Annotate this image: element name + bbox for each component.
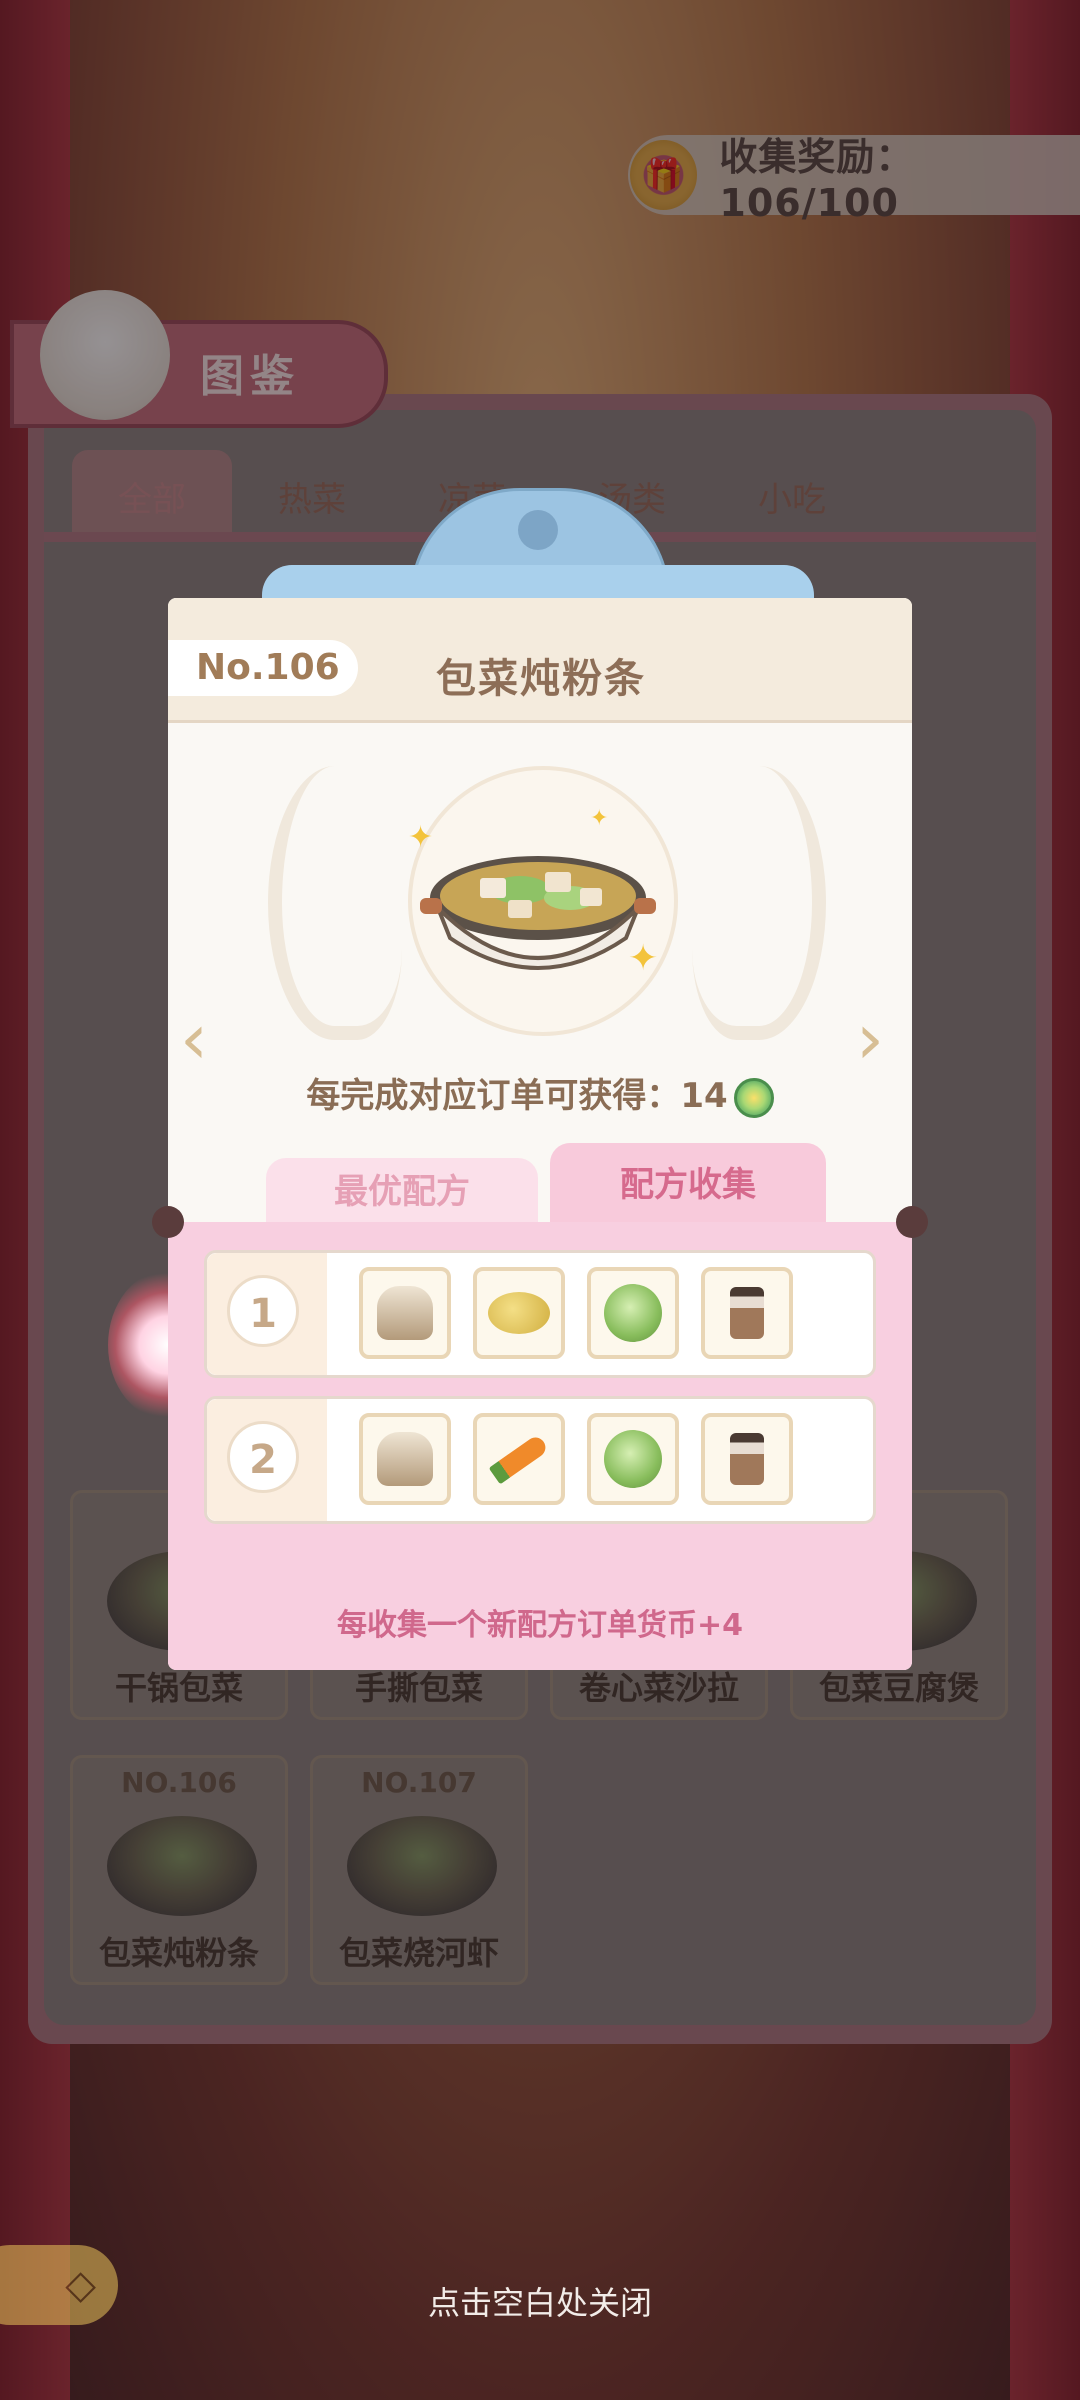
laurel-left-icon [268,766,402,1040]
seasoning-jar-icon [730,1287,764,1339]
ingredient-slot[interactable] [359,1413,451,1505]
ingredient-slot[interactable] [587,1413,679,1505]
new-recipe-bonus-text: 每收集一个新配方订单货币+4 [336,1608,743,1643]
flour-icon [377,1286,433,1340]
flour-icon [377,1432,433,1486]
seasoning-jar-icon [730,1433,764,1485]
cabbage-icon [604,1284,662,1342]
cabbage-icon [604,1430,662,1488]
recipe-index: 1 [227,1275,299,1347]
ingredient-slot[interactable] [473,1413,565,1505]
ingredient-slot[interactable] [359,1267,451,1359]
order-reward-text: 每完成对应订单可获得：14 [306,1076,728,1116]
ticket-notch-right [896,1206,928,1238]
sparkle-icon: ✦ [590,806,609,831]
sparkle-icon: ✦ [408,820,434,855]
recipe-detail-modal: No.106 包菜炖粉条 ✦ ✦ ✦ ‹ › 每完成对应订单可获得：14 最优配… [168,598,912,1670]
clipboard-clip-hole [518,510,558,550]
stew-pot-image [420,856,656,970]
recipe-row[interactable]: 2 [204,1396,876,1524]
close-hint[interactable]: 点击空白处关闭 [0,2278,1080,2324]
ingredient-slot[interactable] [701,1267,793,1359]
sparkle-icon: ✦ [628,938,659,979]
tab-recipe-collection[interactable]: 配方收集 [550,1143,826,1227]
laurel-right-icon [692,766,826,1040]
coin-icon [733,1077,774,1118]
dish-number-badge: No.106 [168,640,358,696]
recipe-index: 2 [227,1421,299,1493]
carrot-icon [488,1433,550,1485]
order-reward-line: 每完成对应订单可获得：14 [168,1068,912,1118]
ingredient-slot[interactable] [587,1267,679,1359]
tab-best-recipe[interactable]: 最优配方 [266,1158,538,1226]
potato-icon [488,1292,550,1334]
ticket-notch-left [152,1206,184,1238]
recipe-row[interactable]: 1 [204,1250,876,1378]
dish-title: 包菜炖粉条 [436,656,646,702]
modal-header: No.106 包菜炖粉条 [168,598,912,723]
ingredient-slot[interactable] [473,1267,565,1359]
ingredient-slot[interactable] [701,1413,793,1505]
